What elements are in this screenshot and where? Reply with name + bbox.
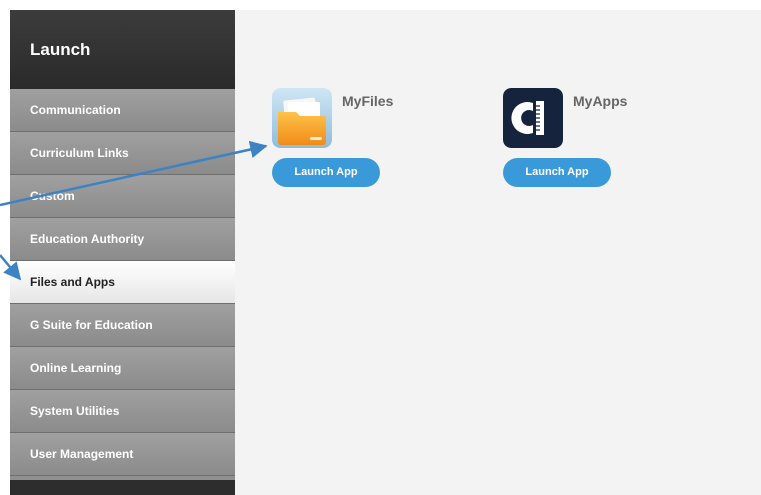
annotation-arrow <box>0 140 268 207</box>
annotation-arrows <box>0 140 268 281</box>
annotation-arrow <box>0 254 22 281</box>
